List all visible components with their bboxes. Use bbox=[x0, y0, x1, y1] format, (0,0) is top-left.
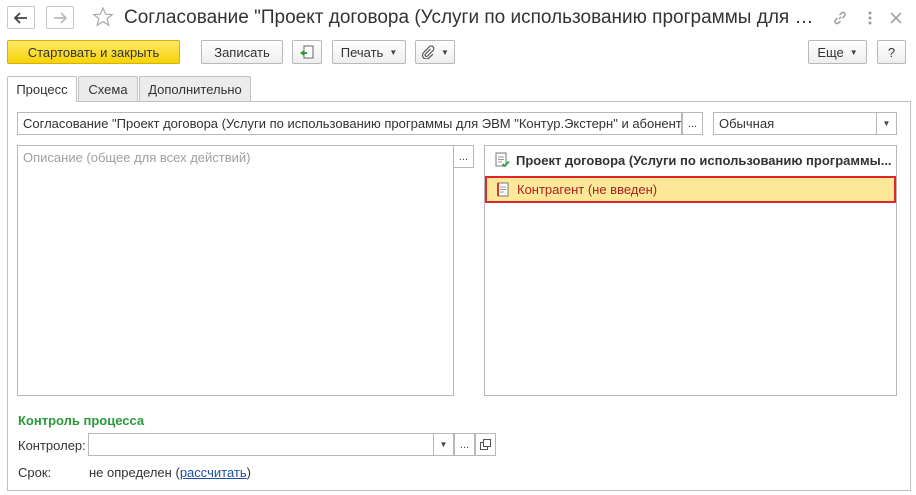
save-button[interactable]: Записать bbox=[201, 40, 283, 64]
ellipsis-icon: ... bbox=[459, 438, 470, 451]
process-name-value: Согласование "Проект договора (Услуги по… bbox=[23, 116, 682, 131]
start-and-close-label: Стартовать и закрыть bbox=[27, 44, 160, 60]
controller-dropdown-button[interactable]: ▼ bbox=[433, 433, 454, 456]
controller-field[interactable] bbox=[88, 433, 434, 456]
help-label: ? bbox=[887, 44, 896, 60]
document-arrow-icon bbox=[300, 45, 314, 59]
start-and-close-button[interactable]: Стартовать и закрыть bbox=[7, 40, 180, 64]
document-flow-button[interactable] bbox=[292, 40, 322, 64]
tab-process[interactable]: Процесс bbox=[7, 76, 77, 102]
tree-item-counterparty[interactable]: Контрагент (не введен) bbox=[485, 176, 896, 203]
help-button[interactable]: ? bbox=[877, 40, 906, 64]
chevron-down-icon: ▼ bbox=[439, 440, 448, 449]
tab-additional-label: Дополнительно bbox=[148, 81, 242, 97]
back-button[interactable] bbox=[7, 6, 35, 29]
controller-open-button[interactable] bbox=[475, 433, 496, 456]
document-check-icon bbox=[495, 152, 510, 168]
document-warning-icon bbox=[497, 182, 509, 196]
attach-button[interactable]: ▼ bbox=[415, 40, 455, 64]
more-label: Еще bbox=[817, 44, 844, 60]
process-control-title: Контроль процесса bbox=[18, 413, 145, 428]
print-button[interactable]: Печать ▼ bbox=[332, 40, 406, 64]
more-button[interactable]: Еще ▼ bbox=[808, 40, 867, 64]
process-name-select-button[interactable]: ... bbox=[682, 112, 703, 135]
window-title: Согласование "Проект договора (Услуги по… bbox=[124, 7, 824, 28]
calculate-deadline-link[interactable]: рассчитать bbox=[180, 465, 247, 480]
save-label: Записать bbox=[214, 44, 270, 60]
tree-item-document-label: Проект договора (Услуги по использованию… bbox=[516, 152, 892, 168]
description-open-button[interactable]: ... bbox=[453, 145, 474, 168]
description-placeholder: Описание (общее для всех действий) bbox=[23, 150, 251, 165]
close-icon[interactable] bbox=[886, 8, 906, 28]
priority-dropdown-button[interactable]: ▼ bbox=[876, 112, 897, 135]
deadline-row: не определен (рассчитать) bbox=[89, 465, 251, 480]
chevron-down-icon: ▼ bbox=[441, 47, 449, 57]
chevron-down-icon: ▼ bbox=[882, 119, 891, 128]
arrow-left-icon bbox=[14, 11, 27, 24]
tree-item-counterparty-label: Контрагент (не введен) bbox=[517, 182, 658, 197]
chevron-down-icon: ▼ bbox=[849, 47, 858, 57]
paperclip-icon bbox=[421, 45, 435, 59]
deadline-value: не определен bbox=[89, 465, 172, 480]
open-window-icon bbox=[480, 439, 491, 450]
route-tree[interactable]: Проект договора (Услуги по использованию… bbox=[484, 145, 897, 396]
tab-scheme-label: Схема bbox=[88, 81, 128, 97]
ellipsis-icon: ... bbox=[687, 117, 698, 130]
controller-label: Контролер: bbox=[18, 438, 86, 453]
link-icon[interactable] bbox=[830, 8, 850, 28]
controller-select-button[interactable]: ... bbox=[454, 433, 475, 456]
description-textarea[interactable]: Описание (общее для всех действий) bbox=[17, 145, 454, 396]
priority-field[interactable]: Обычная bbox=[713, 112, 877, 135]
more-vertical-icon[interactable] bbox=[860, 8, 880, 28]
favorite-star-icon[interactable] bbox=[92, 6, 114, 28]
tree-item-document[interactable]: Проект договора (Услуги по использованию… bbox=[486, 149, 895, 171]
tab-process-label: Процесс bbox=[16, 82, 68, 97]
print-label: Печать bbox=[340, 44, 384, 60]
tab-additional[interactable]: Дополнительно bbox=[139, 76, 251, 101]
process-name-field[interactable]: Согласование "Проект договора (Услуги по… bbox=[17, 112, 682, 135]
ellipsis-icon: ... bbox=[458, 150, 469, 163]
forward-button[interactable] bbox=[46, 6, 74, 29]
deadline-paren-close: ) bbox=[246, 465, 251, 480]
deadline-label: Срок: bbox=[18, 465, 52, 480]
chevron-down-icon: ▼ bbox=[389, 47, 398, 57]
priority-value: Обычная bbox=[719, 116, 775, 131]
arrow-right-icon bbox=[54, 11, 67, 24]
tab-scheme[interactable]: Схема bbox=[78, 76, 138, 101]
